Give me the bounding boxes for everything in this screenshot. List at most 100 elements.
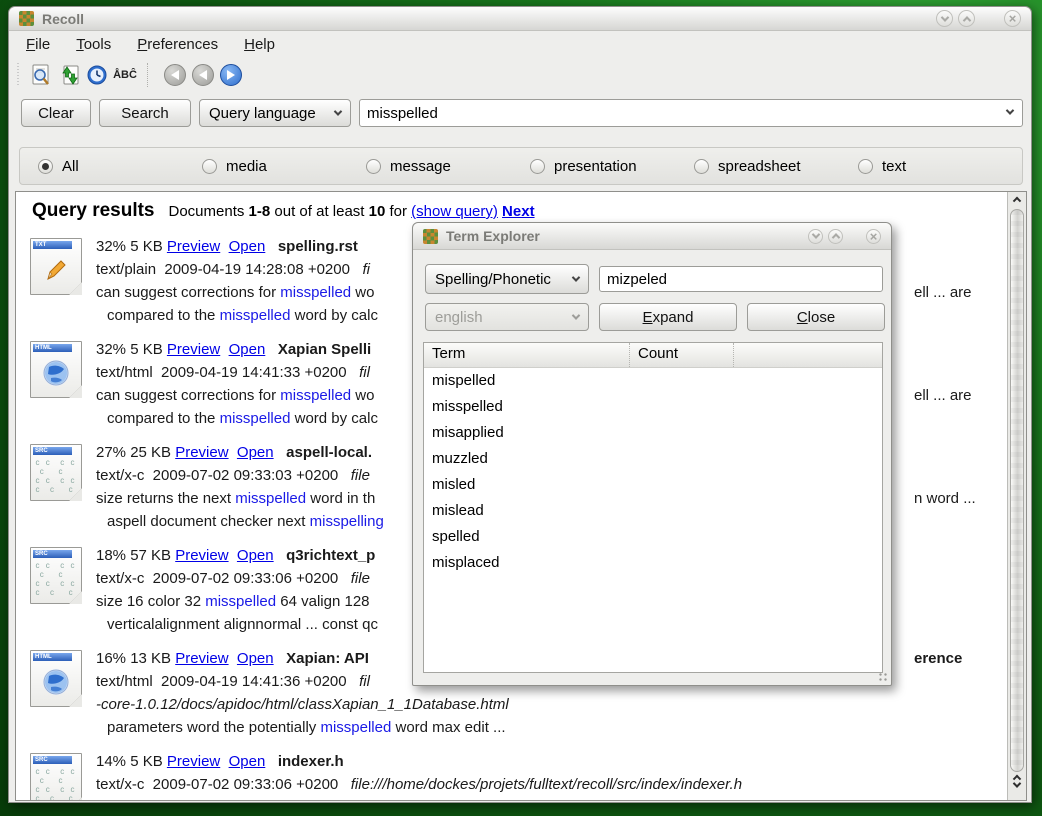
term-row[interactable]: misspelled <box>424 394 882 420</box>
preview-link[interactable]: Preview <box>167 341 220 358</box>
filter-option-message[interactable]: message <box>366 158 530 175</box>
radio-icon[interactable] <box>858 159 873 174</box>
scroll-down-button[interactable] <box>1013 779 1021 787</box>
term-row[interactable]: misplaced <box>424 550 882 576</box>
window-titlebar[interactable]: Recoll × <box>9 7 1031 31</box>
result-text: 14% 5 KB Preview Open indexer.htext/x-c … <box>96 750 1006 800</box>
chevron-down-icon <box>811 230 819 238</box>
close-button[interactable]: × <box>1004 10 1021 27</box>
term-row[interactable]: muzzled <box>424 446 882 472</box>
search-row: Clear Search Query language <box>9 93 1031 133</box>
document-icon: TXT <box>30 238 82 295</box>
chevron-down-icon <box>572 273 580 281</box>
filter-option-text[interactable]: text <box>858 158 1022 175</box>
preview-link[interactable]: Preview <box>167 753 220 770</box>
term-row[interactable]: misled <box>424 472 882 498</box>
overflow-text-fragment: erence <box>914 647 962 670</box>
clear-button[interactable]: Clear <box>21 99 91 127</box>
query-input[interactable] <box>359 99 1023 127</box>
globe-icon <box>41 358 71 388</box>
next-link[interactable]: Next <box>502 203 535 220</box>
overflow-text-fragment: ell ... are <box>914 384 972 407</box>
dialog-minimize-button[interactable] <box>808 229 823 244</box>
language-dropdown[interactable]: english <box>425 303 589 331</box>
doc-type-badge: SRC <box>33 550 72 558</box>
preview-link[interactable]: Preview <box>167 238 220 255</box>
radio-icon[interactable] <box>530 159 545 174</box>
radio-icon[interactable] <box>694 159 709 174</box>
dialog-maximize-button[interactable] <box>828 229 843 244</box>
filter-option-spreadsheet[interactable]: spreadsheet <box>694 158 858 175</box>
open-link[interactable]: Open <box>237 650 274 667</box>
desktop: { "window": { "title": "Recoll" }, "menu… <box>0 0 1042 816</box>
radio-icon[interactable] <box>38 159 53 174</box>
expansion-mode-value: Spelling/Phonetic <box>435 271 551 288</box>
dialog-close-button[interactable]: × <box>866 229 881 244</box>
expansion-mode-dropdown[interactable]: Spelling/Phonetic <box>425 264 589 294</box>
term-input-wrap <box>599 266 883 292</box>
query-language-dropdown[interactable]: Query language <box>199 99 351 127</box>
menu-item-file[interactable]: File <box>26 36 50 53</box>
radio-icon[interactable] <box>366 159 381 174</box>
result-line: 14% 5 KB Preview Open indexer.h <box>96 750 1006 773</box>
term-cell: misspelled <box>432 398 503 415</box>
search-button[interactable]: Search <box>99 99 191 127</box>
doc-type-filters: All media message presentation spreadshe… <box>19 147 1023 185</box>
radio-icon[interactable] <box>202 159 217 174</box>
document-history-button[interactable] <box>83 61 111 89</box>
close-icon: × <box>870 230 878 243</box>
magnifier-document-icon <box>29 63 53 87</box>
resize-grip[interactable] <box>878 672 888 682</box>
open-link[interactable]: Open <box>229 753 266 770</box>
term-explorer-button[interactable]: ÅBĈ <box>111 61 139 89</box>
term-row[interactable]: spelled <box>424 524 882 550</box>
open-link[interactable]: Open <box>237 547 274 564</box>
open-link[interactable]: Open <box>229 341 266 358</box>
preview-link[interactable]: Preview <box>175 547 228 564</box>
scrollbar-thumb[interactable] <box>1010 209 1024 772</box>
menu-item-tools[interactable]: Tools <box>76 36 111 53</box>
menu-item-help[interactable]: Help <box>244 36 275 53</box>
expand-button[interactable]: Expand <box>599 303 737 331</box>
scroll-up-button[interactable] <box>1008 195 1026 207</box>
open-link[interactable]: Open <box>237 444 274 461</box>
spell-abc-icon: ÅBĈ <box>113 69 137 81</box>
close-dialog-button[interactable]: Close <box>747 303 885 331</box>
filter-label: media <box>226 158 267 175</box>
term-row[interactable]: misapplied <box>424 420 882 446</box>
results-header: Query results Documents 1-8 out of at le… <box>24 200 1006 222</box>
doc-type-badge: TXT <box>33 241 72 249</box>
maximize-button[interactable] <box>958 10 975 27</box>
minimize-button[interactable] <box>936 10 953 27</box>
next-page-button[interactable] <box>217 61 245 89</box>
recoll-app-icon <box>423 229 438 244</box>
term-row[interactable]: mispelled <box>424 368 882 394</box>
show-query-link[interactable]: (show query) <box>411 203 498 220</box>
filter-label: text <box>882 158 906 175</box>
result-line: parameters word the potentially misspell… <box>96 716 1006 739</box>
dialog-titlebar[interactable]: Term Explorer × <box>413 223 891 250</box>
clock-icon <box>85 63 109 87</box>
chevron-up-icon <box>831 233 839 241</box>
filter-option-presentation[interactable]: presentation <box>530 158 694 175</box>
preview-link[interactable]: Preview <box>175 444 228 461</box>
preview-link[interactable]: Preview <box>175 650 228 667</box>
chevron-down-icon <box>940 13 948 21</box>
toolbar-handle[interactable] <box>17 63 23 87</box>
previous-page-button[interactable] <box>189 61 217 89</box>
document-sync-icon <box>57 63 81 87</box>
update-index-button[interactable] <box>55 61 83 89</box>
open-link[interactable]: Open <box>229 238 266 255</box>
menu-item-preferences[interactable]: Preferences <box>137 36 218 53</box>
overflow-text-fragment: ell ... are <box>914 281 972 304</box>
filter-option-all[interactable]: All <box>38 158 202 175</box>
filter-option-media[interactable]: media <box>202 158 366 175</box>
results-scrollbar[interactable] <box>1007 192 1026 800</box>
column-header-term[interactable]: Term <box>424 343 629 367</box>
term-input[interactable] <box>599 266 883 292</box>
column-header-count[interactable]: Count <box>629 343 734 367</box>
first-page-button[interactable] <box>161 61 189 89</box>
term-row[interactable]: mislead <box>424 498 882 524</box>
source-code-icon <box>36 458 77 494</box>
advanced-search-button[interactable] <box>27 61 55 89</box>
